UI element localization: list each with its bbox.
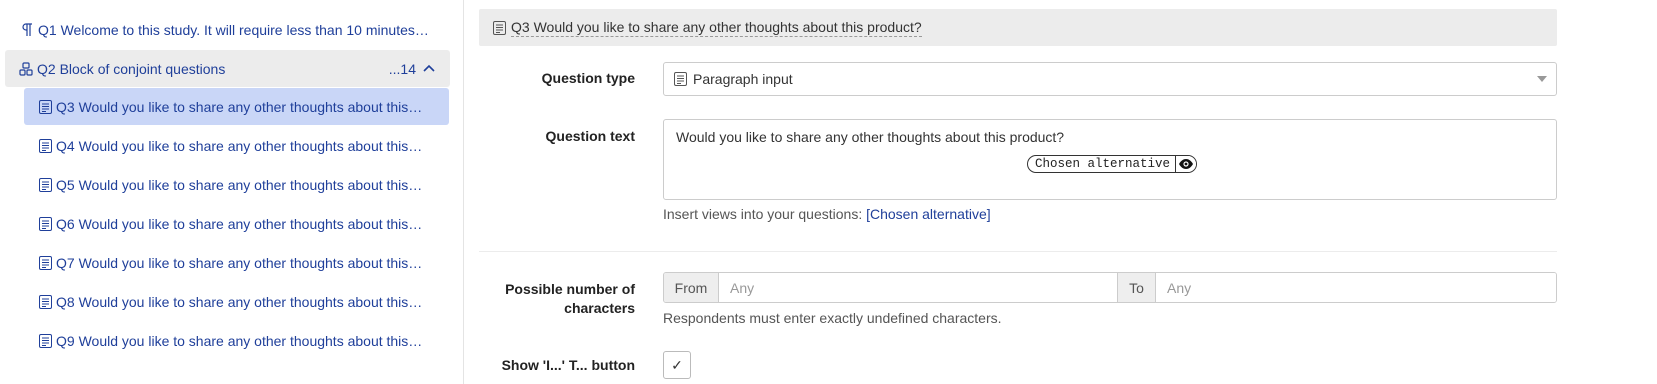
paragraph-input-icon	[38, 99, 52, 114]
sidebar-item-q9[interactable]: Q9 Would you like to share any other tho…	[24, 322, 449, 359]
sidebar-item-label: Q7 Would you like to share any other tho…	[56, 254, 425, 271]
paragraph-icon	[20, 23, 34, 37]
possible-chars-label: Possible number of characters	[505, 281, 635, 316]
sidebar-item-q5[interactable]: Q5 Would you like to share any other tho…	[24, 166, 449, 203]
question-text-editor[interactable]: Would you like to share any other though…	[663, 119, 1557, 200]
to-addon: To	[1117, 273, 1156, 302]
sidebar-item-label: Q3 Would you like to share any other tho…	[56, 98, 425, 115]
max-chars-input[interactable]	[1156, 273, 1556, 302]
sidebar-item-label: Q2 Block of conjoint questions	[37, 60, 226, 77]
question-text-label: Question text	[545, 128, 635, 144]
paragraph-input-icon	[493, 20, 507, 35]
sidebar-item-block[interactable]: Q2 Block of conjoint questions ...14	[5, 50, 450, 87]
sidebar-item-label: Q9 Would you like to share any other tho…	[56, 332, 425, 349]
sidebar-item-label: Q6 Would you like to share any other tho…	[56, 215, 425, 232]
question-header: Q3 Would you like to share any other tho…	[479, 9, 1557, 46]
paragraph-input-icon	[38, 216, 52, 231]
question-type-label: Question type	[541, 70, 635, 86]
view-chip-label: Chosen alternative	[1035, 157, 1171, 171]
paragraph-input-icon	[38, 255, 52, 270]
from-addon: From	[664, 273, 719, 302]
paragraph-input-icon	[38, 177, 52, 192]
insert-view-link[interactable]: [Chosen alternative]	[866, 206, 991, 222]
sidebar-item-label: Q8 Would you like to share any other tho…	[56, 293, 425, 310]
insert-views-help: Insert views into your questions: [Chose…	[663, 206, 991, 222]
possible-chars-help: Respondents must enter exactly undefined…	[663, 310, 1002, 326]
section-divider	[479, 251, 1557, 252]
paragraph-input-icon	[38, 294, 52, 309]
eye-icon[interactable]	[1175, 156, 1197, 172]
paragraph-input-icon	[38, 138, 52, 153]
sidebar-item-q3[interactable]: Q3 Would you like to share any other tho…	[24, 88, 449, 125]
question-editor: Q3 Would you like to share any other tho…	[465, 0, 1657, 384]
checkmark-icon: ✓	[671, 356, 683, 373]
question-header-title[interactable]: Q3 Would you like to share any other tho…	[511, 19, 922, 37]
question-sidebar: Q1 Welcome to this study. It will requir…	[0, 0, 464, 384]
chevron-up-icon[interactable]	[422, 62, 436, 76]
question-type-value: Paragraph input	[693, 71, 793, 87]
sidebar-item-q7[interactable]: Q7 Would you like to share any other tho…	[24, 244, 449, 281]
dropdown-caret-icon	[1537, 76, 1547, 82]
option-checkbox[interactable]: ✓	[663, 351, 691, 379]
block-icon	[19, 61, 33, 76]
sidebar-item-q6[interactable]: Q6 Would you like to share any other tho…	[24, 205, 449, 242]
min-chars-input[interactable]	[719, 273, 1117, 302]
view-chip[interactable]: Chosen alternative	[1027, 155, 1198, 173]
next-field-label: Show 'I...' T... button	[501, 357, 635, 373]
sidebar-item-label: Q1 Welcome to this study. It will requir…	[38, 22, 430, 38]
paragraph-input-icon	[674, 72, 688, 86]
insert-views-help-text: Insert views into your questions:	[663, 206, 867, 222]
paragraph-input-icon	[38, 333, 52, 348]
sidebar-item-q8[interactable]: Q8 Would you like to share any other tho…	[24, 283, 449, 320]
sidebar-item-label: Q5 Would you like to share any other tho…	[56, 176, 425, 193]
question-text-value: Would you like to share any other though…	[676, 129, 1065, 145]
sidebar-item-q1[interactable]: Q1 Welcome to this study. It will requir…	[20, 20, 430, 40]
char-range-group: From To	[663, 272, 1557, 303]
question-type-select[interactable]: Paragraph input	[663, 62, 1557, 96]
block-count: ...14	[388, 60, 416, 77]
sidebar-item-label: Q4 Would you like to share any other tho…	[56, 137, 425, 154]
sidebar-item-q4[interactable]: Q4 Would you like to share any other tho…	[24, 127, 449, 164]
